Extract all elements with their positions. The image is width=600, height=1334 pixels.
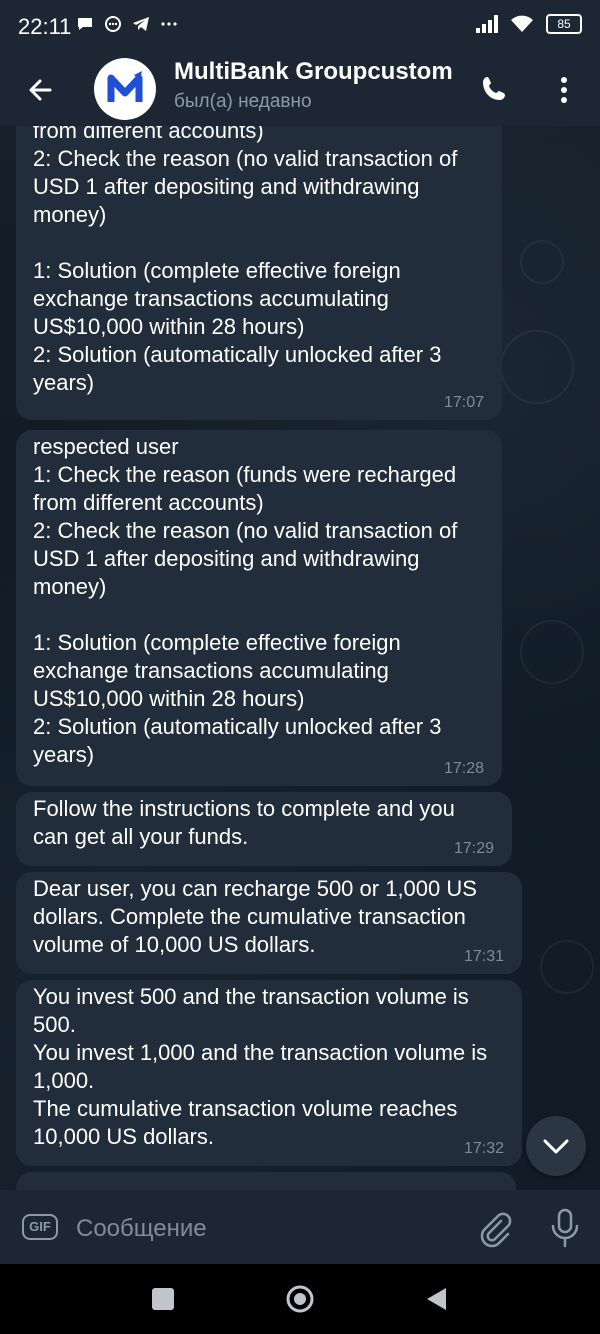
- microphone-icon[interactable]: [546, 1206, 584, 1250]
- message-text: Dear user, you can recharge 500 or 1,000…: [33, 876, 484, 957]
- paperclip-icon[interactable]: [474, 1208, 514, 1248]
- more-dots-icon: [161, 22, 177, 26]
- telegram-icon: [133, 17, 149, 31]
- message-bubble[interactable]: respected user 1: Check the reason (fund…: [16, 430, 502, 786]
- battery-icon: 85: [546, 14, 582, 34]
- notification-icons: [76, 15, 178, 33]
- signal-icon: [476, 15, 498, 33]
- more-vertical-icon[interactable]: [546, 68, 582, 112]
- message-text: respected user 1: Check the reason (fund…: [33, 434, 458, 767]
- phone-icon[interactable]: [474, 68, 518, 112]
- message-bubble[interactable]: Dear user, you can recharge 500 or 1,000…: [16, 872, 522, 974]
- status-time: 22:11: [18, 14, 72, 39]
- message-composer: GIF: [0, 1190, 600, 1264]
- system-navigation-bar: [0, 1264, 600, 1334]
- system-icons: 85: [476, 14, 582, 34]
- multibank-logo-icon: [107, 71, 143, 102]
- avatar[interactable]: [94, 58, 156, 120]
- wifi-icon: [511, 15, 533, 32]
- chat-bubble-icon: [78, 18, 92, 30]
- home-button[interactable]: [285, 1284, 315, 1314]
- scroll-down-button[interactable]: [526, 1116, 586, 1176]
- chat-title[interactable]: MultiBank Groupcustom: [174, 58, 464, 86]
- chevron-down-icon: [543, 1139, 569, 1154]
- messenger-icon: [105, 16, 121, 32]
- recent-apps-button[interactable]: [152, 1288, 174, 1310]
- message-time: 17:31: [463, 948, 504, 965]
- message-text: You invest 500 and the transaction volum…: [33, 984, 488, 1149]
- back-arrow-icon[interactable]: [20, 68, 64, 112]
- message-list[interactable]: from different accounts) 2: Check the re…: [0, 126, 600, 1190]
- chat-header: MultiBank Groupcustom был(а) недавно: [0, 54, 600, 126]
- message-time: 17:32: [463, 1140, 504, 1157]
- message-time: 17:07: [443, 394, 484, 411]
- chat-status: был(а) недавно: [174, 91, 312, 112]
- message-text: Follow the instructions to complete and …: [33, 796, 462, 849]
- gif-button[interactable]: GIF: [22, 1214, 58, 1240]
- message-time: 17:29: [453, 840, 494, 857]
- message-bubble[interactable]: You invest 500 and the transaction volum…: [16, 980, 522, 1166]
- message-bubble[interactable]: from different accounts) 2: Check the re…: [16, 126, 502, 420]
- message-bubble-partial[interactable]: [16, 1172, 516, 1190]
- system-back-button[interactable]: [424, 1286, 448, 1312]
- message-text: from different accounts) 2: Check the re…: [33, 126, 458, 395]
- message-bubble[interactable]: Follow the instructions to complete and …: [16, 792, 512, 866]
- message-time: 17:28: [443, 760, 484, 777]
- message-input[interactable]: [74, 1208, 458, 1250]
- status-bar: 22:11 85: [0, 0, 600, 54]
